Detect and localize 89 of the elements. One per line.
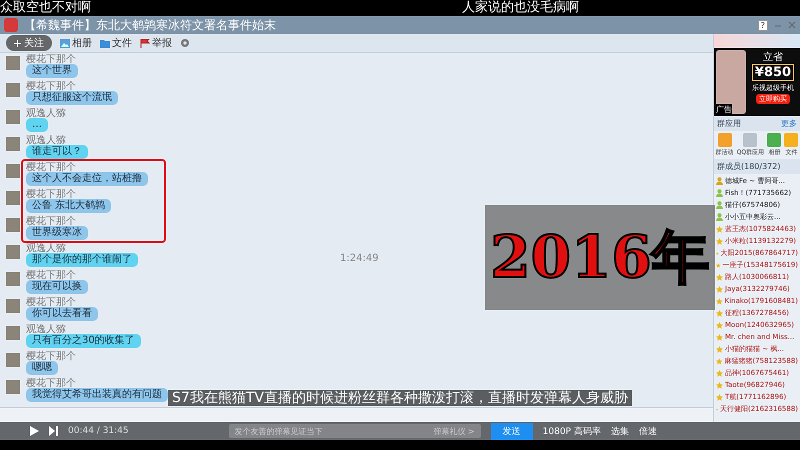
sender-name: 樱花下那个 <box>26 271 76 280</box>
window-title: 【希魏事件】东北大鹌鹑寒冰符文署名事件始末 <box>24 16 276 34</box>
speed-button[interactable]: 倍速 <box>638 424 657 438</box>
message-bubble: 世界级寒冰 <box>26 226 88 240</box>
avatar <box>6 299 20 313</box>
avatar <box>6 218 20 232</box>
follow-button[interactable]: 关注 <box>6 35 52 51</box>
avatar <box>6 272 20 286</box>
caption-text: 众取空也不对啊 <box>0 0 91 16</box>
avatar <box>6 164 20 178</box>
star-icon <box>716 238 723 244</box>
sender-name: 樱花下那个 <box>26 217 76 226</box>
star-icon <box>716 322 723 328</box>
person-icon <box>716 201 723 209</box>
message-bubble: 谁走可以？ <box>26 145 88 159</box>
playback-time: 00:44 / 31:45 <box>68 426 129 436</box>
sender-name: 观逸人猕 <box>26 136 66 145</box>
sender-name: 樱花下那个 <box>26 82 76 91</box>
sender-name: 樱花下那个 <box>26 163 76 172</box>
year-overlay: 2016年 <box>485 205 715 310</box>
ad-price: ¥850 <box>752 64 794 81</box>
person-icon <box>716 189 723 197</box>
message-bubble: 这个人不会走位，站桩撸 <box>26 172 148 186</box>
person-icon <box>716 177 723 185</box>
settings-icon[interactable] <box>180 38 190 48</box>
message-input-field[interactable] <box>0 407 713 422</box>
avatar <box>6 110 20 124</box>
toolbar-button[interactable]: 文件 <box>100 36 132 50</box>
message-bubble: 只想征服这个流氓 <box>26 91 118 105</box>
message-bubble: … <box>26 118 48 132</box>
message-bubble: 嗯嗯 <box>26 361 58 375</box>
star-icon <box>716 346 723 352</box>
avatar <box>6 56 20 70</box>
sender-name: 樱花下那个 <box>26 55 76 64</box>
sender-name: 樱花下那个 <box>26 379 76 388</box>
quality-button[interactable]: 1080P 高码率 <box>542 424 601 438</box>
app-logo-icon <box>4 18 18 32</box>
flag-icon <box>140 38 150 48</box>
subtitle-text: S7我在熊猫TV直播的时候进粉丝群各种撒泼打滚，直播时发弹幕人身威胁 <box>168 390 632 406</box>
avatar <box>6 326 20 340</box>
send-button[interactable]: 发送 <box>490 422 533 440</box>
message-bubble: 那个是你的那个谁闹了 <box>26 253 138 267</box>
star-icon <box>716 334 723 340</box>
avatar <box>6 191 20 205</box>
star-icon <box>716 274 723 280</box>
sender-name: 樱花下那个 <box>26 298 76 307</box>
play-icon[interactable] <box>30 426 39 436</box>
star-icon <box>716 394 723 400</box>
sender-name: 樱花下那个 <box>26 190 76 199</box>
sender-name: 观逸人猕 <box>26 109 66 118</box>
close-icon[interactable] <box>788 21 796 29</box>
star-icon <box>716 358 722 364</box>
ad-label: 广告 <box>716 104 732 115</box>
toolbar-button[interactable]: 举报 <box>140 36 172 50</box>
avatar <box>6 245 20 259</box>
avatar <box>6 83 20 97</box>
message-bubble: 我觉得艾希哥出装真的有问题 <box>26 388 168 402</box>
next-icon[interactable] <box>49 426 58 436</box>
star-icon <box>716 382 723 388</box>
toolbar-button[interactable]: 相册 <box>60 36 92 50</box>
phone-drawing <box>716 50 746 114</box>
avatar <box>6 380 20 394</box>
star-icon <box>716 310 723 316</box>
message-bubble: 你可以去看看 <box>26 307 98 321</box>
section-title: 群应用 <box>717 118 741 129</box>
sender-name: 观逸人猕 <box>26 244 66 253</box>
avatar <box>6 137 20 151</box>
star-icon <box>716 226 723 232</box>
star-icon <box>716 262 721 268</box>
ad-text: 立省 <box>763 50 783 64</box>
avatar <box>6 353 20 367</box>
message-bubble: 只有百分之30的收集了 <box>26 334 141 348</box>
message-bubble: 公鲁 东北大鹌鹑 <box>26 199 112 213</box>
star-icon <box>716 298 723 304</box>
more-link[interactable]: 更多 <box>781 118 797 129</box>
message-bubble: 现在可以换 <box>26 280 88 294</box>
sender-name: 观逸人猕 <box>26 325 66 334</box>
message-bubble: 这个世界 <box>26 64 78 78</box>
person-icon <box>716 213 723 221</box>
sender-name: 樱花下那个 <box>26 352 76 361</box>
star-icon <box>716 370 723 376</box>
star-icon <box>716 286 723 292</box>
plus-icon <box>14 40 21 46</box>
timestamp: 1:24:49 <box>340 253 379 264</box>
help-button[interactable]: ? <box>758 20 768 30</box>
section-title: 群成员(180/372) <box>717 161 780 172</box>
caption-text: 人家说的也没毛病啊 <box>462 0 579 16</box>
star-icon <box>716 250 719 256</box>
episodes-button[interactable]: 选集 <box>610 424 629 438</box>
